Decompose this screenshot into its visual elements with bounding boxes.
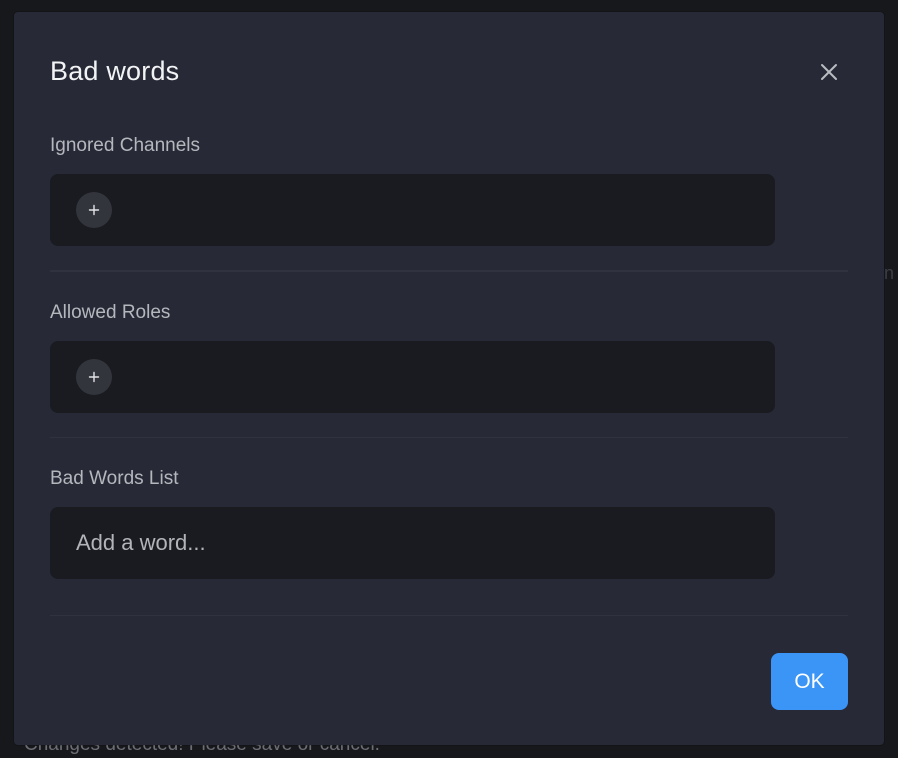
footer-divider bbox=[50, 615, 848, 616]
background-text-fragment: n bbox=[884, 263, 895, 283]
modal-title: Bad words bbox=[50, 56, 180, 86]
section-divider bbox=[50, 437, 848, 438]
bad-words-modal: Bad words Ignored Channels Allowed Roles… bbox=[14, 12, 884, 745]
ignored-channels-label: Ignored Channels bbox=[50, 135, 200, 156]
plus-icon bbox=[88, 371, 100, 383]
bad-words-input-container bbox=[50, 507, 775, 579]
add-ignored-channel-button[interactable] bbox=[76, 192, 112, 228]
section-divider bbox=[50, 270, 848, 272]
bad-words-list-label: Bad Words List bbox=[50, 468, 179, 489]
add-word-input[interactable] bbox=[50, 507, 775, 579]
ignored-channels-field bbox=[50, 174, 775, 246]
close-icon bbox=[821, 64, 837, 80]
allowed-roles-label: Allowed Roles bbox=[50, 302, 171, 323]
ok-button[interactable]: OK bbox=[771, 653, 848, 710]
plus-icon bbox=[88, 204, 100, 216]
allowed-roles-field bbox=[50, 341, 775, 413]
close-button[interactable] bbox=[814, 57, 844, 87]
add-allowed-role-button[interactable] bbox=[76, 359, 112, 395]
